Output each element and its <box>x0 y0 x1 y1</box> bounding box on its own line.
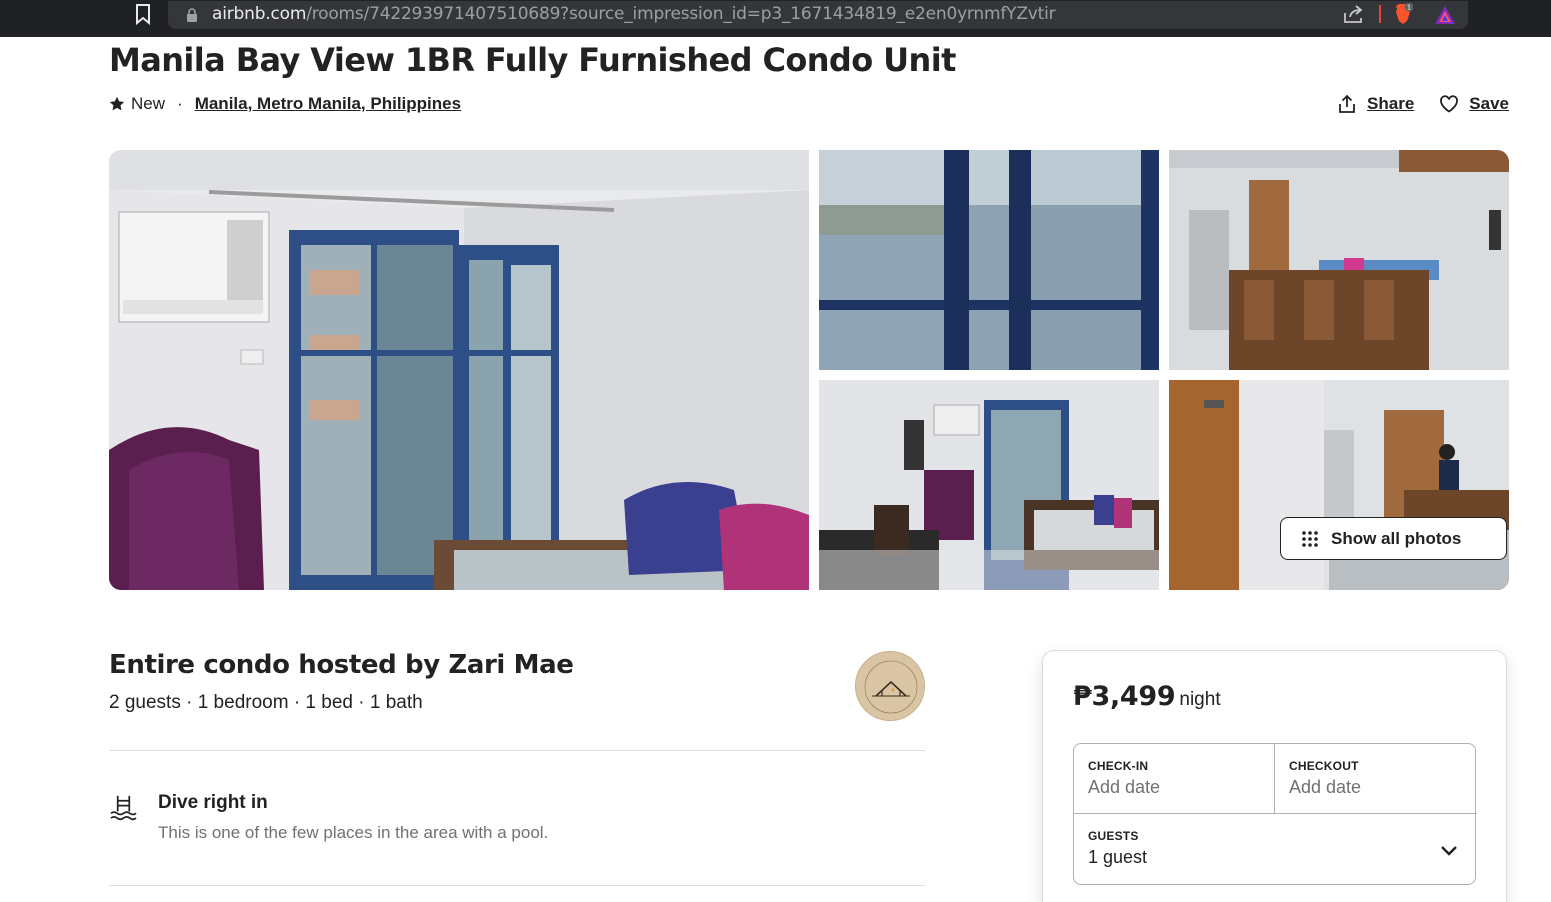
checkin-value: Add date <box>1088 777 1161 797</box>
checkout-field[interactable]: CHECKOUT Add date <box>1275 744 1477 814</box>
nightly-price: ₱3,499 <box>1073 681 1176 712</box>
booking-card: ₱3,499 night CHECK-IN Add date CHECKOUT A… <box>1042 650 1507 902</box>
bookmark-icon[interactable] <box>134 3 152 25</box>
browser-toolbar: airbnb.com/rooms/742293971407510689?sour… <box>0 0 1551 37</box>
brave-shield-icon[interactable]: 1 <box>1393 3 1413 25</box>
toolbar-divider <box>1379 5 1381 23</box>
checkout-label: CHECKOUT <box>1289 759 1359 773</box>
checkin-field[interactable]: CHECK-IN Add date <box>1074 744 1275 814</box>
share-icon <box>1339 94 1355 113</box>
guests-select[interactable]: GUESTS 1 guest <box>1074 814 1477 886</box>
url-domain: airbnb.com <box>212 4 307 24</box>
share-label: Share <box>1367 94 1415 113</box>
section-divider <box>109 750 925 751</box>
meta-separator: · <box>177 94 183 113</box>
date-guest-picker: CHECK-IN Add date CHECKOUT Add date GUES… <box>1073 743 1477 886</box>
brave-badge: 1 <box>1407 5 1411 12</box>
highlight-title: Dive right in <box>158 792 268 813</box>
photo-living-room[interactable] <box>109 150 809 590</box>
checkin-label: CHECK-IN <box>1088 759 1149 773</box>
guests-value: 1 guest <box>1088 847 1148 867</box>
photo-bay-view[interactable] <box>819 150 1159 370</box>
grid-icon <box>1302 530 1318 547</box>
share-page-icon[interactable] <box>1343 4 1365 24</box>
heart-icon <box>1440 95 1459 113</box>
chevron-down-icon <box>1441 846 1457 856</box>
brave-rewards-icon[interactable] <box>1434 5 1456 25</box>
url-path: /rooms/742293971407510689?source_impress… <box>306 4 1056 24</box>
host-logo-icon <box>857 653 924 720</box>
guests-label: GUESTS <box>1088 829 1139 843</box>
price-unit: night <box>1179 689 1221 710</box>
price-row: ₱3,499 night <box>1073 681 1221 712</box>
listing-meta: New · Manila, Metro Manila, Philippines <box>109 94 461 114</box>
pool-icon <box>110 795 137 821</box>
checkout-value: Add date <box>1289 777 1362 797</box>
host-avatar[interactable] <box>855 651 925 721</box>
lock-icon <box>187 8 197 22</box>
listing-capacity: 2 guests · 1 bedroom · 1 bed · 1 bath <box>109 692 423 713</box>
url-text[interactable]: airbnb.com/rooms/742293971407510689?sour… <box>212 4 1056 24</box>
star-icon <box>109 96 125 111</box>
save-button[interactable]: Save <box>1439 94 1509 114</box>
highlight-description: This is one of the few places in the are… <box>158 823 549 842</box>
show-all-photos-button[interactable]: Show all photos <box>1280 517 1507 560</box>
photo-living-overview[interactable] <box>819 380 1159 590</box>
share-button[interactable]: Share <box>1337 94 1414 114</box>
save-label: Save <box>1469 94 1509 113</box>
show-all-photos-label: Show all photos <box>1331 528 1462 548</box>
host-title: Entire condo hosted by Zari Mae <box>109 650 574 680</box>
location-link[interactable]: Manila, Metro Manila, Philippines <box>195 94 461 114</box>
rating-label: New <box>131 94 166 113</box>
listing-title: Manila Bay View 1BR Fully Furnished Cond… <box>109 41 956 79</box>
section-divider <box>109 885 925 886</box>
listing-actions: Share Save <box>1337 94 1509 114</box>
photo-dining-area[interactable] <box>1169 150 1509 370</box>
